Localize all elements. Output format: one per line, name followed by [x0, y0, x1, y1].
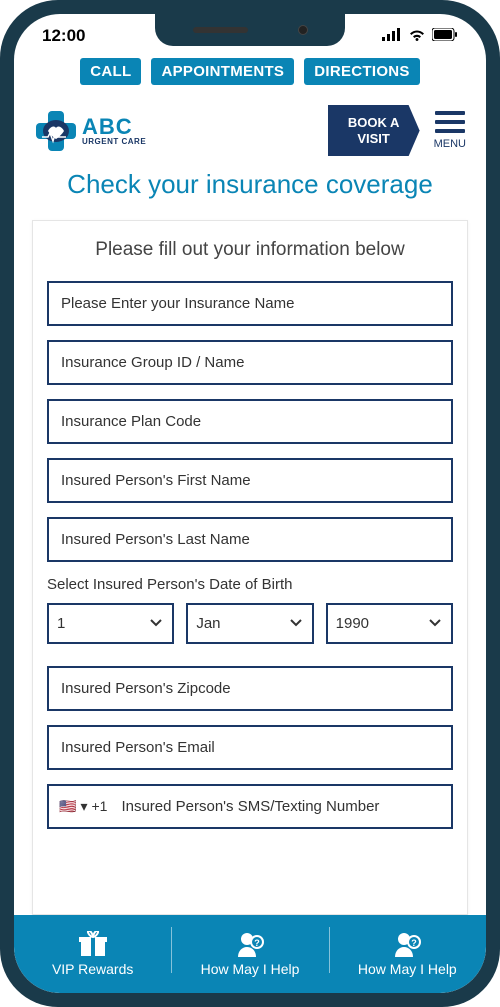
header: ABC URGENT CARE BOOK A VISIT MENU — [14, 93, 486, 162]
chevron-down-icon: ▾ — [80, 798, 87, 815]
camera-icon — [298, 25, 308, 35]
appointments-button[interactable]: APPOINTMENTS — [151, 58, 294, 85]
phone-field[interactable]: 🇺🇸 ▾ +1 — [47, 784, 453, 829]
email-input[interactable] — [47, 725, 453, 770]
country-code: +1 — [91, 798, 107, 814]
side-button — [0, 320, 2, 385]
wifi-icon — [408, 26, 426, 46]
dob-year-select[interactable]: 1990 — [326, 603, 453, 644]
battery-icon — [432, 26, 458, 46]
dob-label: Select Insured Person's Date of Birth — [47, 576, 453, 593]
call-button[interactable]: CALL — [80, 58, 141, 85]
logo-text-sub: URGENT CARE — [82, 138, 146, 146]
flag-icon: 🇺🇸 — [59, 798, 76, 815]
book-visit-button[interactable]: BOOK A VISIT — [328, 105, 420, 156]
phone-frame: 12:00 CALL APPOINTMENTS DIRECTIONS — [0, 0, 500, 1007]
notch — [155, 14, 345, 46]
help-button-2[interactable]: ? How May I Help — [329, 915, 486, 993]
speaker — [193, 27, 248, 33]
insurance-name-input[interactable] — [47, 281, 453, 326]
logo[interactable]: ABC URGENT CARE — [34, 109, 146, 153]
logo-icon — [34, 109, 78, 153]
country-code-picker[interactable]: 🇺🇸 ▾ +1 — [49, 798, 115, 815]
phone-input[interactable] — [115, 786, 451, 827]
side-button — [0, 180, 2, 215]
cellular-icon — [382, 26, 402, 46]
form-heading: Please fill out your information below — [47, 239, 453, 261]
screen: 12:00 CALL APPOINTMENTS DIRECTIONS — [14, 14, 486, 993]
menu-button[interactable]: MENU — [434, 111, 466, 150]
help-label-1: How May I Help — [201, 961, 300, 977]
hamburger-icon — [435, 111, 465, 133]
dob-month-select[interactable]: Jan — [186, 603, 313, 644]
side-button — [0, 240, 2, 305]
help-person-icon: ? — [236, 931, 264, 957]
directions-button[interactable]: DIRECTIONS — [304, 58, 420, 85]
last-name-input[interactable] — [47, 517, 453, 562]
help-label-2: How May I Help — [358, 961, 457, 977]
vip-rewards-label: VIP Rewards — [52, 961, 133, 977]
bottom-nav: VIP Rewards ? How May I Help ? How May I… — [14, 915, 486, 993]
top-nav: CALL APPOINTMENTS DIRECTIONS — [14, 58, 486, 93]
form-card: Please fill out your information below S… — [32, 220, 468, 915]
vip-rewards-button[interactable]: VIP Rewards — [14, 915, 171, 993]
first-name-input[interactable] — [47, 458, 453, 503]
group-id-input[interactable] — [47, 340, 453, 385]
logo-text-main: ABC — [82, 116, 146, 138]
svg-text:?: ? — [254, 938, 260, 948]
gift-icon — [78, 931, 108, 957]
dob-day-select[interactable]: 1 — [47, 603, 174, 644]
menu-label: MENU — [434, 138, 466, 150]
help-button-1[interactable]: ? How May I Help — [171, 915, 328, 993]
help-person-icon: ? — [393, 931, 421, 957]
page-title: Check your insurance coverage — [14, 162, 486, 220]
plan-code-input[interactable] — [47, 399, 453, 444]
zipcode-input[interactable] — [47, 666, 453, 711]
status-time: 12:00 — [42, 26, 85, 46]
svg-text:?: ? — [412, 938, 418, 948]
